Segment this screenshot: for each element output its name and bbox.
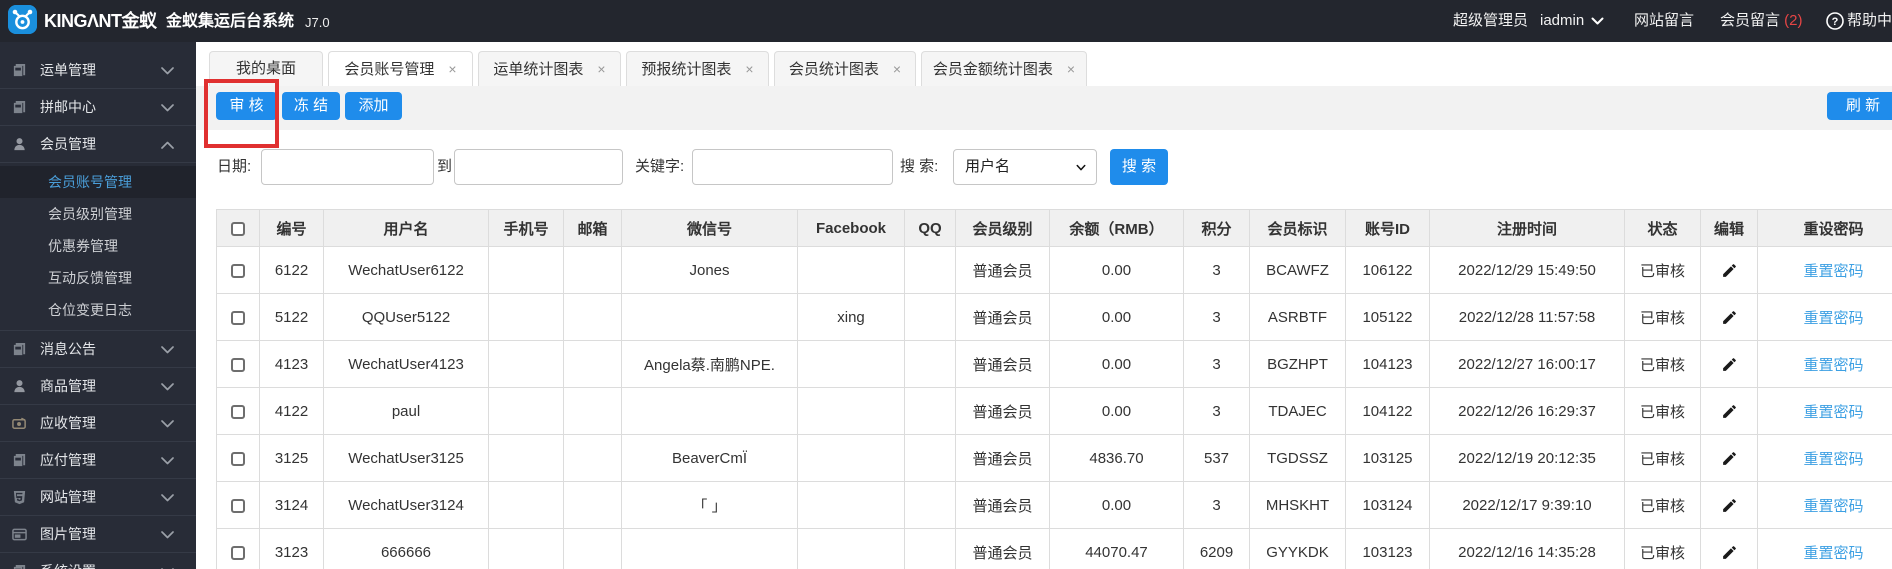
svg-text:?: ? xyxy=(1832,16,1839,28)
